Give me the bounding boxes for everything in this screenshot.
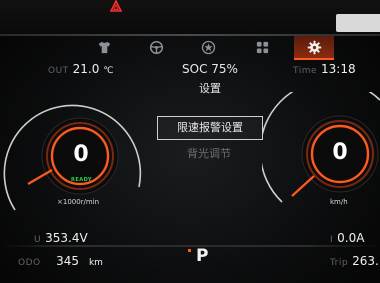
rpm-value: 0 [73,142,89,167]
hazard-warning-icon [106,0,126,14]
battery-voltage: U 353.4V [34,231,88,245]
battery-current: I 0.0A [330,231,365,245]
gear-icon [307,40,321,54]
soc-readout: SOC 75% [182,62,238,76]
clock: Time 13:18 [293,62,356,76]
tab-star[interactable] [188,36,228,58]
bezel-sticker [336,14,380,32]
tab-apps[interactable] [242,36,282,58]
speedometer-gauge [262,92,380,222]
tab-settings[interactable] [294,36,334,60]
steering-wheel-icon [149,40,163,54]
speed-unit: km/h [330,198,348,206]
menu-item-backlight[interactable]: 背光调节 [157,143,261,165]
settings-tab-bar [84,36,342,60]
apps-grid-icon [256,41,268,53]
tab-steering[interactable] [136,36,176,58]
gear-indicator-mark [188,249,191,252]
ready-indicator: READY [71,177,93,183]
speed-value: 0 [332,140,348,165]
rpm-unit: ×1000r/min [57,198,100,206]
tab-shirt[interactable] [84,36,124,58]
trip-meter: Trip 263. [330,254,379,268]
shirt-icon [98,41,110,53]
outside-temperature: OUT 21.0 ℃ [48,62,114,76]
menu-item-speed-limit-alarm[interactable]: 限速报警设置 [157,116,263,140]
odometer: ODO 345 km [18,254,103,268]
bottom-divider [0,245,380,247]
cluster-bezel [0,0,380,36]
star-badge-icon [201,40,215,54]
gear-indicator: P [196,246,209,266]
page-title: 设置 [199,82,221,95]
